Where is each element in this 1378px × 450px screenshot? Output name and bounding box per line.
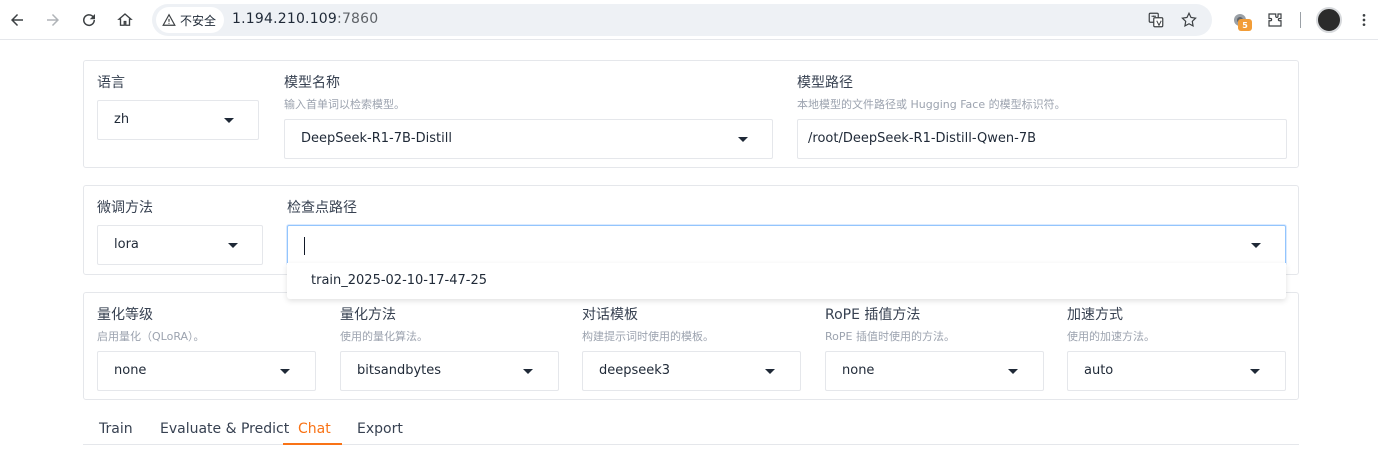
quant-method-label: 量化方法 bbox=[340, 307, 396, 323]
advanced-settings-panel: 量化等级 启用量化（QLoRA）。 none 量化方法 使用的量化算法。 bit… bbox=[83, 292, 1299, 400]
home-icon[interactable] bbox=[113, 8, 137, 32]
rope-hint: RoPE 插值时使用的方法。 bbox=[825, 330, 955, 343]
quant-level-value: none bbox=[114, 363, 147, 378]
finetune-method-label: 微调方法 bbox=[97, 200, 153, 216]
profile-avatar[interactable] bbox=[1316, 7, 1342, 33]
template-value: deepseek3 bbox=[599, 363, 671, 378]
model-name-label: 模型名称 bbox=[284, 75, 340, 91]
rope-value: none bbox=[842, 363, 875, 378]
language-label: 语言 bbox=[97, 75, 125, 91]
chevron-down-icon bbox=[1008, 369, 1018, 374]
finetune-method-value: lora bbox=[114, 237, 139, 252]
checkpoint-select[interactable] bbox=[287, 225, 1286, 265]
reload-icon[interactable] bbox=[77, 8, 101, 32]
model-name-select[interactable]: DeepSeek-R1-7B-Distill bbox=[284, 119, 773, 159]
template-label: 对话模板 bbox=[582, 307, 638, 323]
booster-select[interactable]: auto bbox=[1067, 351, 1286, 391]
model-name-value: DeepSeek-R1-7B-Distill bbox=[301, 131, 452, 146]
language-value: zh bbox=[114, 112, 130, 127]
tab-chat[interactable]: Chat bbox=[298, 421, 331, 437]
chevron-down-icon bbox=[738, 137, 748, 142]
language-select[interactable]: zh bbox=[97, 100, 259, 140]
chevron-down-icon bbox=[280, 369, 290, 374]
template-select[interactable]: deepseek3 bbox=[582, 351, 801, 391]
address-bar[interactable]: 不安全 1.194.210.109:7860 bbox=[152, 4, 1212, 36]
url-host: 1.194.210.109 bbox=[232, 11, 338, 27]
booster-hint: 使用的加速方法。 bbox=[1067, 330, 1155, 343]
quant-level-select[interactable]: none bbox=[97, 351, 316, 391]
quant-level-hint: 启用量化（QLoRA）。 bbox=[97, 330, 205, 343]
model-settings-panel: 语言 zh 模型名称 输入首单词以检索模型。 DeepSeek-R1-7B-Di… bbox=[83, 60, 1299, 168]
more-vert-icon[interactable] bbox=[1356, 10, 1372, 30]
chevron-down-icon bbox=[1251, 243, 1261, 248]
booster-value: auto bbox=[1084, 363, 1114, 378]
chevron-down-icon bbox=[228, 243, 238, 248]
model-path-hint: 本地模型的文件路径或 Hugging Face 的模型标识符。 bbox=[797, 98, 1066, 111]
finetune-method-select[interactable]: lora bbox=[97, 225, 263, 265]
finetune-panel: 微调方法 lora 检查点路径 bbox=[83, 185, 1299, 275]
security-chip[interactable]: 不安全 bbox=[156, 7, 225, 33]
bookmark-star-icon[interactable] bbox=[1179, 10, 1199, 30]
forward-arrow-icon[interactable] bbox=[41, 8, 65, 32]
tab-train[interactable]: Train bbox=[99, 421, 133, 437]
text-cursor bbox=[304, 237, 305, 255]
chevron-down-icon bbox=[224, 118, 234, 123]
url-text[interactable]: 1.194.210.109:7860 bbox=[232, 11, 378, 27]
security-label: 不安全 bbox=[180, 13, 217, 28]
template-hint: 构建提示词时使用的模板。 bbox=[582, 330, 714, 343]
warning-triangle-icon bbox=[162, 13, 176, 26]
url-port: :7860 bbox=[337, 11, 379, 27]
checkpoint-dropdown: train_2025-02-10-17-47-25 bbox=[287, 263, 1286, 299]
chevron-down-icon bbox=[523, 369, 533, 374]
model-path-input[interactable]: /root/DeepSeek-R1-Distill-Qwen-7B bbox=[797, 119, 1287, 159]
quant-method-value: bitsandbytes bbox=[357, 363, 442, 378]
translate-icon[interactable] bbox=[1146, 10, 1166, 30]
puzzle-extensions-icon[interactable] bbox=[1264, 9, 1286, 31]
chevron-down-icon bbox=[765, 369, 775, 374]
model-name-hint: 输入首单词以检索模型。 bbox=[284, 98, 405, 111]
toolbar-divider bbox=[1300, 12, 1301, 28]
tab-evaluate-predict[interactable]: Evaluate & Predict bbox=[160, 421, 289, 437]
chevron-down-icon bbox=[1250, 369, 1260, 374]
booster-label: 加速方式 bbox=[1067, 307, 1123, 323]
back-arrow-icon[interactable] bbox=[5, 8, 29, 32]
active-tab-indicator bbox=[283, 443, 342, 445]
checkpoint-label: 检查点路径 bbox=[287, 200, 357, 216]
quant-method-select[interactable]: bitsandbytes bbox=[340, 351, 559, 391]
model-path-value: /root/DeepSeek-R1-Distill-Qwen-7B bbox=[808, 131, 1037, 146]
extension-badge: 5 bbox=[1238, 19, 1252, 31]
checkpoint-option[interactable]: train_2025-02-10-17-47-25 bbox=[311, 273, 487, 288]
rope-select[interactable]: none bbox=[825, 351, 1044, 391]
tab-export[interactable]: Export bbox=[357, 421, 403, 437]
quant-level-label: 量化等级 bbox=[97, 307, 153, 323]
model-path-label: 模型路径 bbox=[797, 75, 853, 91]
rope-label: RoPE 插值方法 bbox=[825, 307, 921, 323]
browser-toolbar: 不安全 1.194.210.109:7860 5 bbox=[0, 0, 1378, 40]
quant-method-hint: 使用的量化算法。 bbox=[340, 330, 428, 343]
tab-bar: Train Evaluate & Predict Chat Export bbox=[83, 413, 1299, 445]
